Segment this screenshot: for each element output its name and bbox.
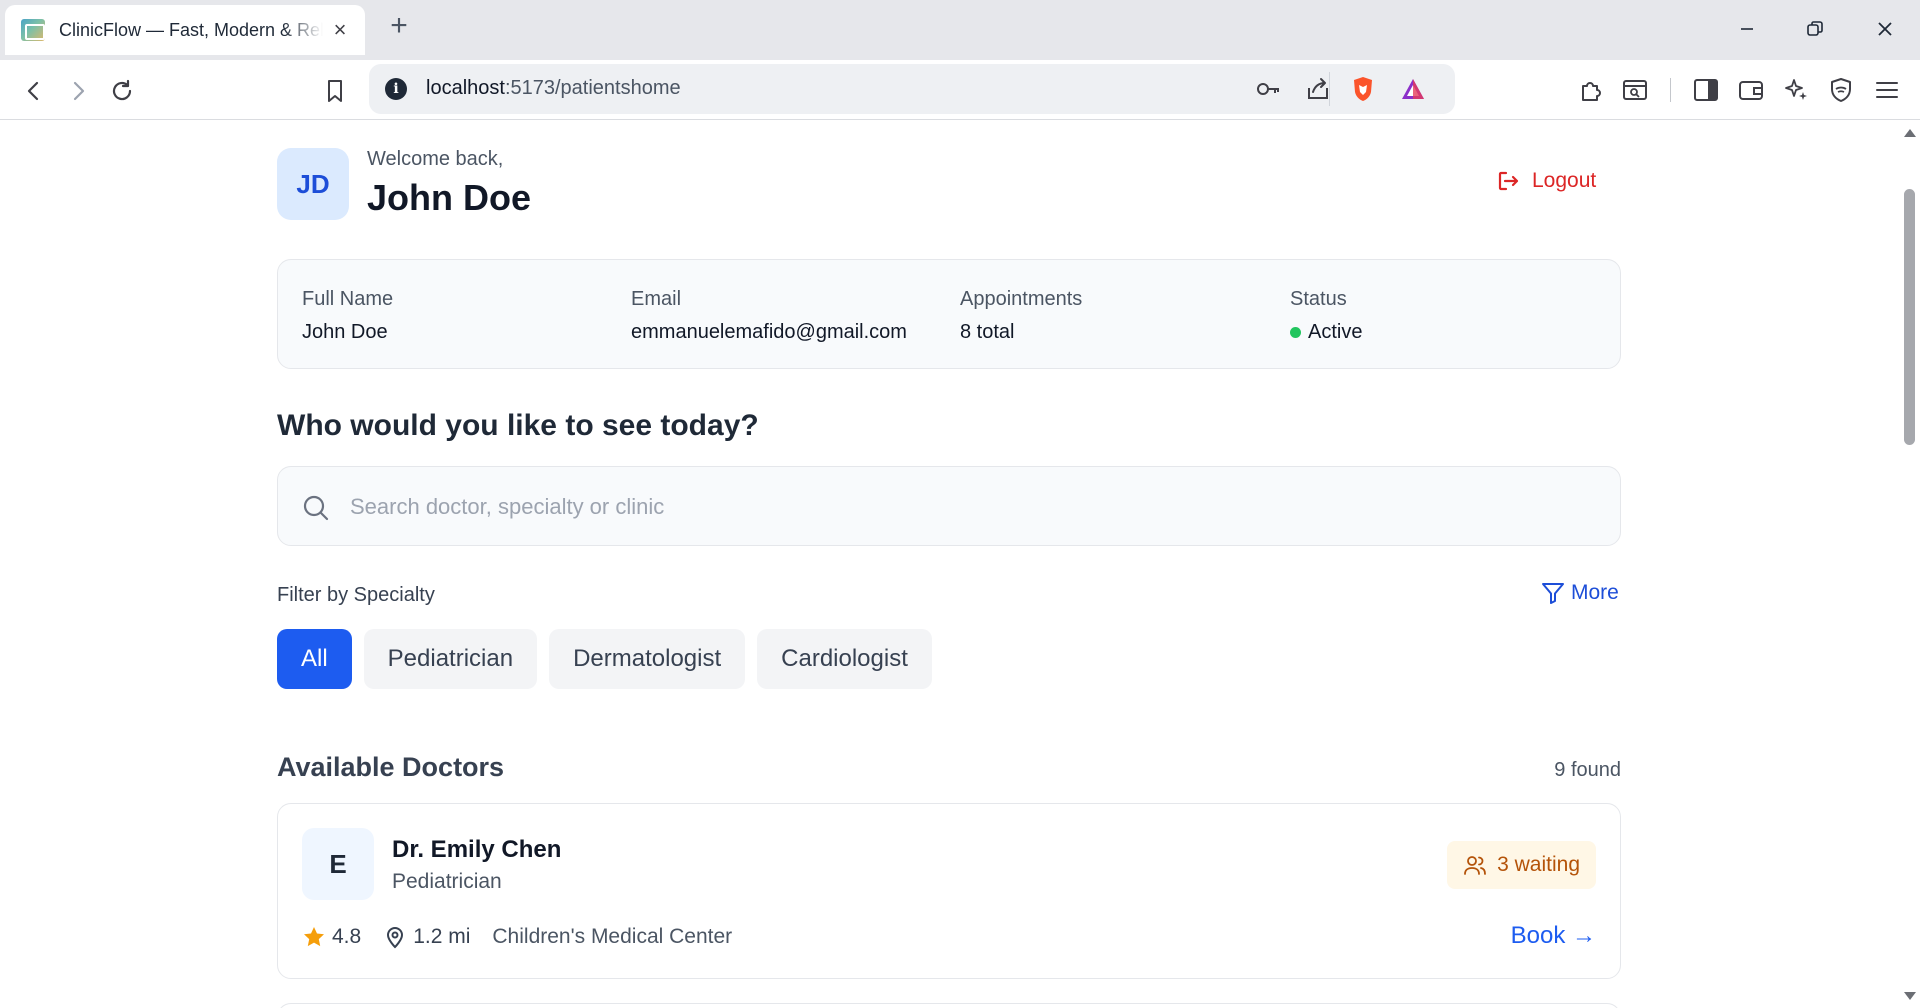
doctor-card[interactable]: E Dr. Emily Chen Pediatrician 3 waiting …: [277, 803, 1621, 979]
scroll-up-icon[interactable]: [1904, 129, 1916, 137]
browser-tabbar: ClinicFlow — Fast, Modern & Reliable × +: [0, 0, 1920, 60]
map-pin-icon: [387, 927, 404, 949]
status-field: Status Active: [1290, 288, 1362, 344]
vpn-shield-icon[interactable]: [1826, 75, 1856, 105]
sidebar-toggle-icon[interactable]: [1691, 75, 1721, 105]
full-name-field: Full Name John Doe: [302, 288, 393, 344]
status-label: Status: [1290, 288, 1347, 310]
logout-button[interactable]: Logout: [1496, 169, 1596, 193]
search-input[interactable]: [350, 487, 1590, 527]
doctors-found-count: 9 found: [1554, 759, 1621, 781]
specialty-chips: All Pediatrician Dermatologist Cardiolog…: [277, 629, 932, 689]
address-bar[interactable]: i localhost:5173/patientshome: [369, 64, 1455, 114]
appointments-label: Appointments: [960, 288, 1083, 310]
minimize-icon[interactable]: [1724, 10, 1770, 48]
logout-label: Logout: [1532, 169, 1597, 192]
toolbar-divider: [1670, 78, 1671, 102]
clinic-name: Children's Medical Center: [492, 925, 733, 948]
chip-all[interactable]: All: [277, 629, 352, 689]
email-field: Email emmanuelemafido@gmail.com: [631, 288, 907, 344]
brave-shields-icon[interactable]: [1350, 76, 1376, 102]
avatar: JD: [277, 148, 349, 220]
tab-title: ClinicFlow — Fast, Modern & Reliable: [59, 19, 323, 40]
search-icon: [303, 495, 329, 521]
reload-icon[interactable]: [106, 75, 138, 107]
restore-icon[interactable]: [1792, 10, 1838, 48]
site-info-icon[interactable]: i: [385, 78, 407, 100]
full-name-label: Full Name: [302, 288, 394, 310]
page-scrollbar[interactable]: [1900, 121, 1920, 1008]
brave-rewards-icon[interactable]: [1400, 76, 1426, 102]
scroll-down-icon[interactable]: [1904, 992, 1916, 1000]
filter-icon: [1542, 583, 1564, 604]
chip-dermatologist[interactable]: Dermatologist: [549, 629, 746, 689]
url-path: :5173/patientshome: [504, 77, 681, 99]
status-dot-icon: [1290, 327, 1301, 338]
page-title: John Doe: [367, 177, 532, 218]
url-text[interactable]: localhost:5173/patientshome: [426, 77, 681, 100]
waiting-count: 3 waiting: [1497, 853, 1580, 876]
doctor-avatar: E: [302, 828, 374, 900]
appointments-value: 8 total: [960, 321, 1015, 343]
url-host: localhost: [426, 77, 505, 99]
star-icon: [304, 927, 324, 947]
search-heading: Who would you like to see today?: [277, 409, 759, 442]
password-key-icon[interactable]: [1255, 76, 1281, 102]
close-window-icon[interactable]: [1862, 10, 1908, 48]
extensions-icon[interactable]: [1576, 75, 1606, 105]
new-tab-icon[interactable]: +: [384, 11, 414, 42]
status-value: Active: [1308, 321, 1363, 343]
filter-label: Filter by Specialty: [277, 584, 435, 606]
distance-value: 1.2 mi: [413, 925, 471, 948]
more-label: More: [1571, 581, 1619, 604]
available-doctors-title: Available Doctors: [277, 752, 505, 782]
doctor-meta: 4.8 1.2 mi Children's Medical Center: [302, 925, 732, 949]
profile-summary-card: Full Name John Doe Email emmanuelemafido…: [277, 259, 1621, 369]
search-box[interactable]: [277, 466, 1621, 546]
status-badge: Active: [1290, 321, 1362, 344]
chip-cardiologist[interactable]: Cardiologist: [757, 629, 932, 689]
more-filters-button[interactable]: More: [1541, 581, 1619, 605]
doctor-rating: 4.8: [302, 925, 361, 949]
tab-search-icon[interactable]: [1620, 75, 1650, 105]
menu-icon[interactable]: [1872, 75, 1902, 105]
omnibox-divider: [1329, 72, 1330, 106]
email-value: emmanuelemafido@gmail.com: [631, 321, 907, 343]
chip-pediatrician[interactable]: Pediatrician: [363, 629, 538, 689]
page-viewport: JD Welcome back, John Doe Logout Full Na…: [0, 121, 1900, 1008]
favicon-icon: [21, 19, 45, 41]
logout-icon: [1498, 171, 1519, 191]
full-name-value: John Doe: [302, 321, 388, 343]
tab-close-icon[interactable]: ×: [329, 19, 351, 41]
bookmark-icon[interactable]: [319, 75, 351, 107]
email-label: Email: [631, 288, 682, 310]
welcome-text: Welcome back,: [367, 148, 504, 170]
leo-ai-icon[interactable]: [1781, 75, 1811, 105]
scroll-thumb[interactable]: [1904, 189, 1915, 445]
share-icon[interactable]: [1305, 76, 1331, 102]
wallet-icon[interactable]: [1736, 75, 1766, 105]
rating-value: 4.8: [332, 925, 362, 948]
users-icon: [1464, 856, 1487, 875]
appointments-field: Appointments 8 total: [960, 288, 1082, 344]
waiting-badge: 3 waiting: [1447, 841, 1596, 889]
doctor-distance: 1.2 mi: [383, 925, 470, 949]
doctor-card[interactable]: [277, 1003, 1621, 1008]
browser-tab[interactable]: ClinicFlow — Fast, Modern & Reliable ×: [5, 5, 365, 55]
forward-icon[interactable]: [62, 75, 94, 107]
doctor-specialty: Pediatrician: [392, 870, 502, 893]
doctor-name: Dr. Emily Chen: [392, 836, 562, 863]
back-icon[interactable]: [18, 75, 50, 107]
book-button[interactable]: Book →: [1511, 922, 1596, 950]
